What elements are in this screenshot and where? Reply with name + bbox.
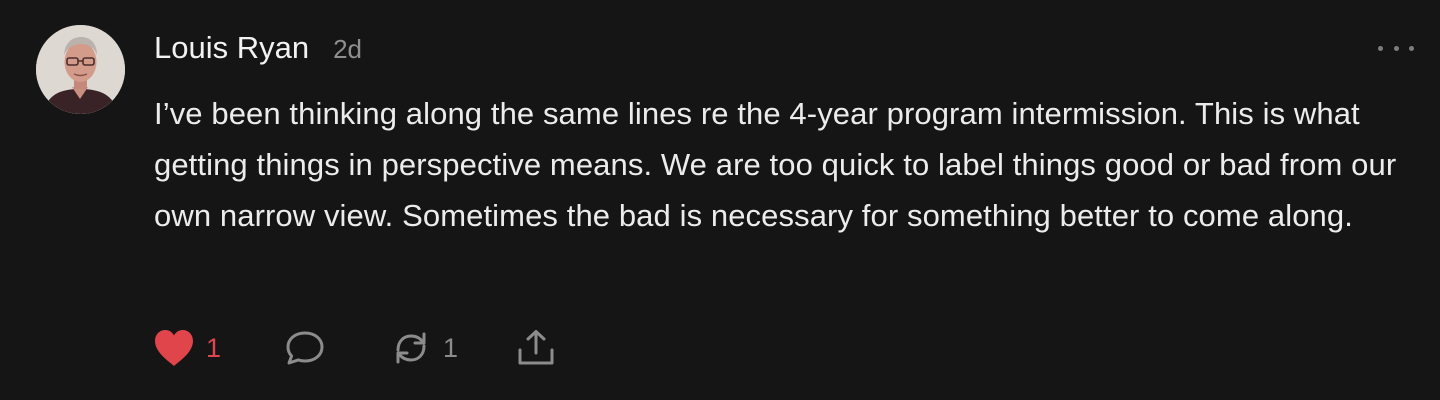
author-name[interactable]: Louis Ryan [154, 30, 309, 66]
restack-button[interactable]: 1 [389, 328, 458, 368]
more-horizontal-icon[interactable] [1378, 38, 1414, 58]
timestamp[interactable]: 2d [333, 34, 362, 65]
reply-button[interactable] [283, 328, 327, 368]
heart-icon [155, 330, 193, 366]
restack-count: 1 [443, 332, 459, 363]
share-button[interactable] [514, 328, 558, 368]
more-dot [1378, 45, 1383, 51]
avatar[interactable] [36, 25, 125, 114]
like-button[interactable]: 1 [152, 328, 221, 368]
comment-header: Louis Ryan 2d [154, 30, 362, 74]
like-count: 1 [206, 332, 222, 363]
action-bar: 1 1 [152, 326, 558, 370]
comment-card: Louis Ryan 2d I’ve been thinking along t… [0, 0, 1440, 400]
share-upload-icon [518, 330, 554, 365]
more-dot [1409, 45, 1414, 51]
avatar-photo [36, 25, 125, 114]
more-dot [1393, 45, 1399, 51]
speech-bubble-icon [286, 331, 324, 365]
comment-body: I’ve been thinking along the same lines … [154, 96, 1397, 233]
restack-arrows-icon [396, 332, 426, 364]
